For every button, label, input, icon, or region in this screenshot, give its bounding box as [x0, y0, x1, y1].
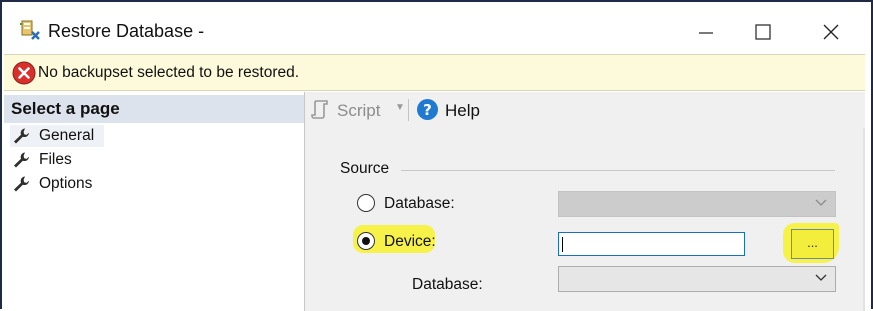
page-item-options[interactable]: Options [10, 173, 108, 195]
svg-text:?: ? [423, 101, 432, 119]
device-database-combo[interactable] [558, 266, 836, 292]
minimize-icon [699, 32, 713, 34]
radio-selected-dot [361, 236, 370, 245]
chevron-down-icon [815, 274, 827, 281]
select-page-heading: Select a page [11, 99, 120, 118]
script-icon [311, 100, 328, 119]
device-path-input[interactable] [558, 232, 745, 256]
select-page-header: Select a page [4, 95, 304, 123]
wrench-icon [14, 152, 29, 168]
wrench-icon [14, 128, 29, 144]
maximize-button[interactable] [741, 14, 785, 48]
minimize-button[interactable] [684, 14, 728, 48]
help-button[interactable]: Help [445, 101, 480, 121]
source-group-label: Source [340, 160, 390, 177]
page-item-label: Files [39, 151, 72, 168]
browse-device-button[interactable]: ... [791, 229, 834, 259]
script-dropdown-arrow-icon[interactable]: ▼ [395, 102, 405, 113]
wrench-icon [14, 176, 29, 192]
help-icon[interactable]: ? [416, 98, 439, 121]
device-radio[interactable] [357, 232, 375, 250]
device-radio-label: Device: [384, 233, 436, 250]
select-page-pane: Select a page General Files Options [4, 92, 305, 311]
database-combo[interactable] [558, 191, 836, 217]
device-database-label: Database: [412, 276, 483, 293]
window-title: Restore Database - [48, 21, 205, 41]
page-item-label: Options [39, 175, 93, 192]
text-caret [562, 237, 563, 252]
script-button[interactable]: Script [337, 101, 380, 121]
general-page-pane: Script ▼ ? Help Source Database: Device:… [305, 92, 865, 311]
close-button[interactable] [809, 14, 853, 48]
error-message: No backupset selected to be restored. [38, 64, 300, 81]
restore-database-window: Restore Database - No backupset selected… [0, 0, 873, 311]
source-divider [401, 170, 835, 171]
title-bar: Restore Database - [4, 4, 861, 54]
maximize-icon [755, 24, 771, 40]
page-item-label: General [39, 127, 95, 144]
chevron-down-icon [815, 199, 827, 206]
source-section: Source Database: Device: ... Database: [313, 122, 863, 311]
database-radio[interactable] [357, 194, 375, 212]
toolbar-separator [408, 99, 409, 121]
error-message-bar: No backupset selected to be restored. [4, 54, 865, 91]
database-restore-icon [20, 20, 40, 40]
page-item-files[interactable]: Files [10, 149, 96, 171]
close-icon [823, 24, 839, 40]
database-radio-label: Database: [384, 195, 455, 212]
page-item-general[interactable]: General [10, 125, 104, 147]
error-icon [12, 61, 36, 85]
